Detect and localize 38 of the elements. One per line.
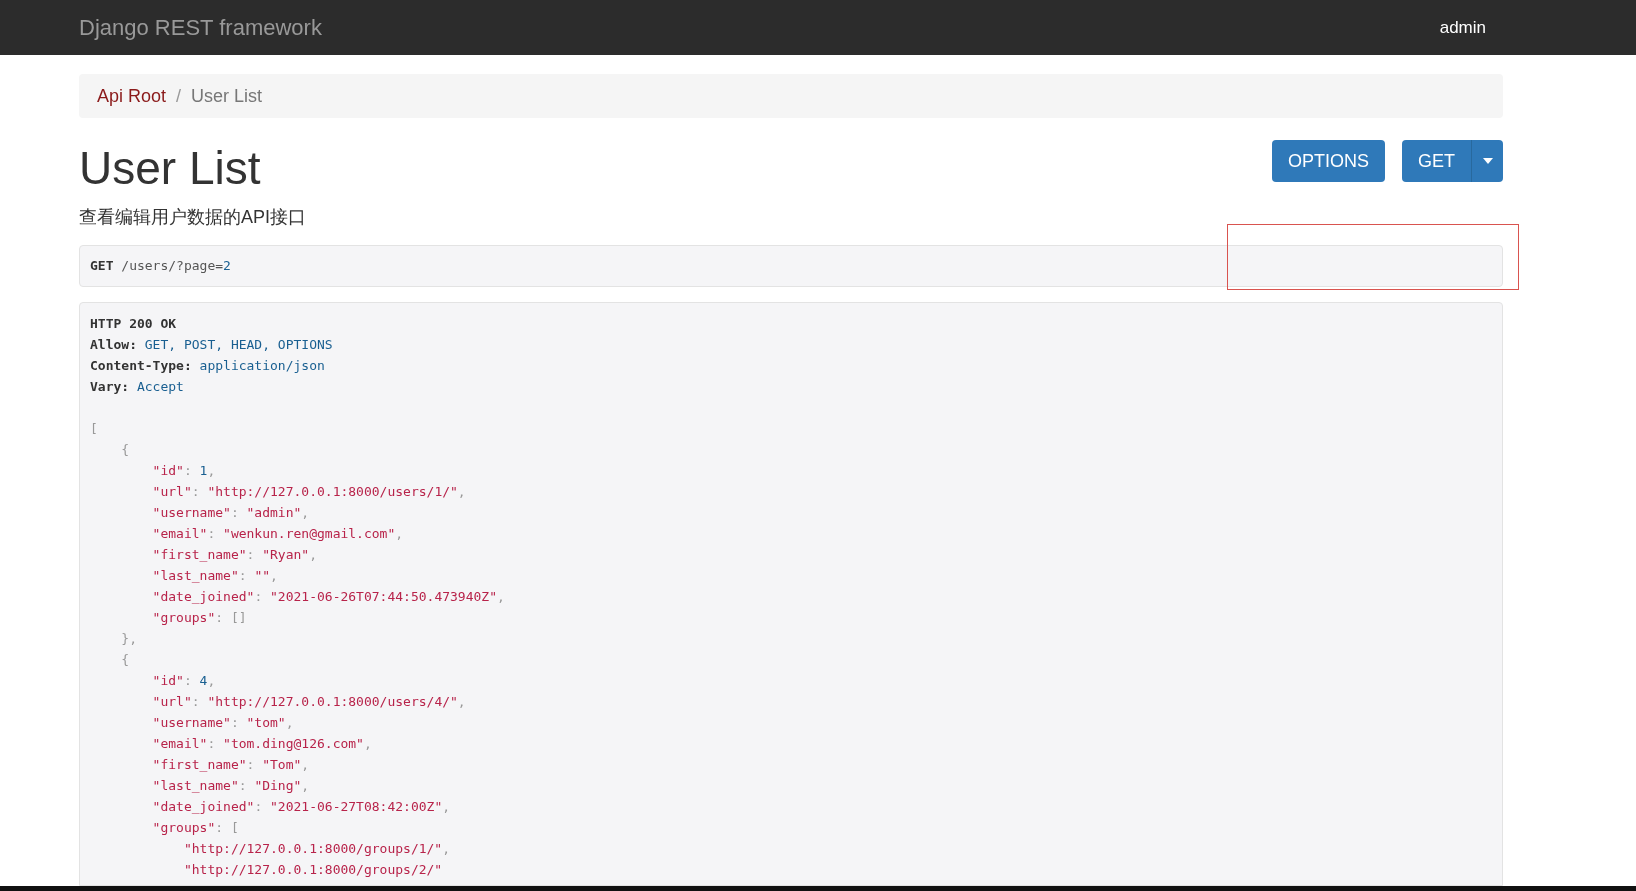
code-line: "email": "tom.ding@126.com", (151, 735, 372, 753)
code-line: "groups": [ (151, 819, 239, 837)
user-menu[interactable]: admin (1439, 14, 1486, 41)
brand-link[interactable]: Django REST framework (79, 11, 322, 44)
code-line: "url": "http://127.0.0.1:8000/users/1/", (151, 483, 466, 501)
dropdown-toggle[interactable] (1472, 140, 1503, 182)
request-line: GET /users/?page=2 (90, 257, 231, 276)
code-line: [ (90, 420, 98, 438)
code-line: }, (120, 630, 137, 648)
code-line: { (120, 441, 130, 459)
code-line: "first_name": "Ryan", (151, 546, 317, 564)
code-line: "http://127.0.0.1:8000/groups/2/" (182, 861, 443, 879)
get-button[interactable]: GET (1402, 140, 1472, 182)
breadcrumb-item: User List (191, 84, 263, 108)
page-description: 查看编辑用户数据的API接口 (79, 206, 306, 229)
code-line: "date_joined": "2021-06-27T08:42:00Z", (151, 798, 451, 816)
code-line: "http://127.0.0.1:8000/groups/1/", (182, 840, 451, 858)
code-line: HTTP 200 OK (90, 315, 177, 333)
breadcrumb-separator: / (176, 84, 182, 108)
code-line: "email": "wenkun.ren@gmail.com", (151, 525, 404, 543)
code-line: Vary: Accept (90, 378, 184, 396)
code-line: "id": 4, (151, 672, 216, 690)
code-line: Allow: GET, POST, HEAD, OPTIONS (90, 336, 333, 354)
options-button[interactable]: OPTIONS (1271, 140, 1385, 182)
code-line: "username": "admin", (151, 504, 310, 522)
code-line: "date_joined": "2021-06-26T07:44:50.473940Z", (151, 588, 505, 606)
code-line: "groups": [] (151, 609, 247, 627)
code-line: "first_name": "Tom", (151, 756, 310, 774)
code-line: Content-Type: application/json (90, 357, 325, 375)
code-line: "last_name": "Ding", (151, 777, 310, 795)
code-line: "last_name": "", (151, 567, 278, 585)
caret-icon (1482, 158, 1493, 164)
code-line: "url": "http://127.0.0.1:8000/users/4/", (151, 693, 466, 711)
code-line: "id": 1, (151, 462, 216, 480)
code-line: "username": "tom", (151, 714, 294, 732)
code-line: { (120, 651, 130, 669)
breadcrumb-item[interactable]: Api Root (97, 82, 167, 110)
page-title: User List (79, 141, 262, 196)
